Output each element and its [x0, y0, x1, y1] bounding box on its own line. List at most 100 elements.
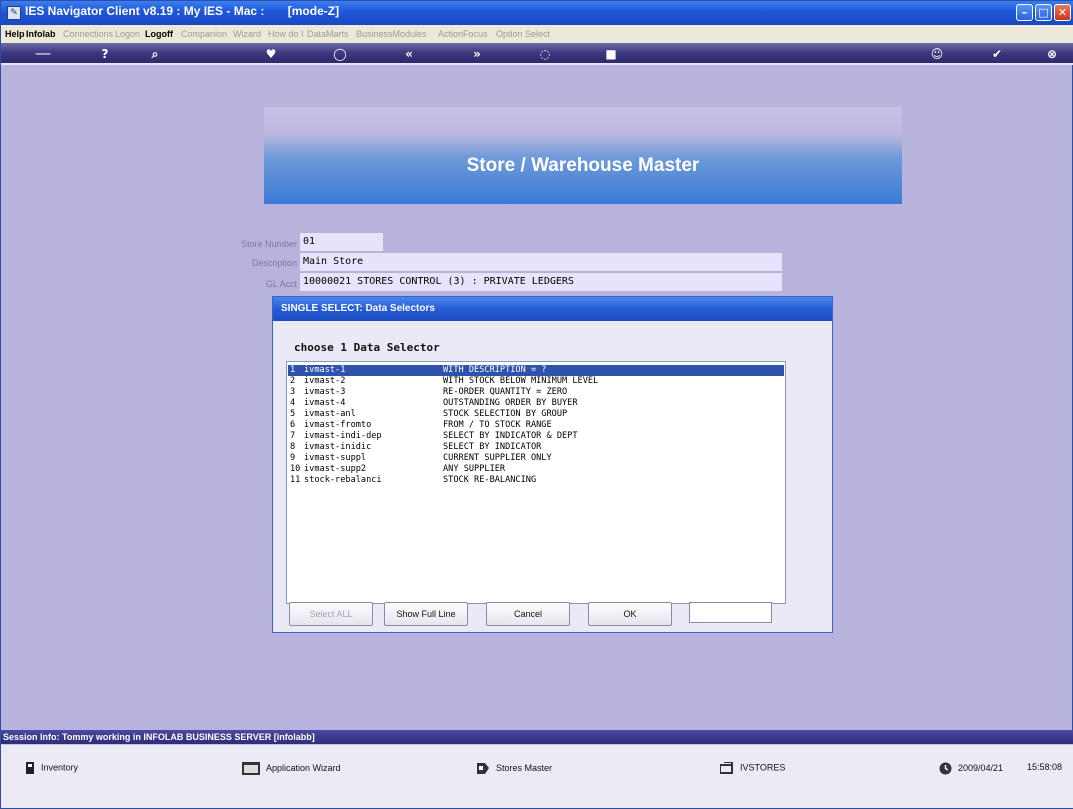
- menu-logon[interactable]: Logon: [115, 29, 140, 39]
- row-code: ivmast-supp2: [304, 464, 367, 474]
- cancel-button[interactable]: Cancel: [486, 602, 570, 626]
- forward-icon[interactable]: »: [469, 46, 485, 62]
- close-icon[interactable]: ⊗: [1044, 46, 1060, 62]
- menu-help[interactable]: Help: [5, 29, 25, 39]
- app-window: ✎ IES Navigator Client v8.19 : My IES - …: [0, 0, 1073, 809]
- status-inventory[interactable]: Inventory: [25, 762, 78, 774]
- row-number: 2: [290, 376, 296, 386]
- ivstores-icon: [720, 762, 733, 774]
- row-code: ivmast-4: [304, 398, 346, 408]
- row-number: 11: [290, 475, 301, 485]
- status-date: 2009/04/21: [939, 762, 1003, 775]
- list-item[interactable]: 2 ivmast-2 WITH STOCK BELOW MINIMUM LEVEL: [288, 376, 784, 387]
- row-code: stock-rebalanci: [304, 475, 382, 485]
- status-ivstores[interactable]: IVSTORES: [720, 762, 785, 774]
- menu-business-modules[interactable]: BusinessModules: [356, 29, 427, 39]
- menu-bar: Help Infolab Connections Logon Logoff Co…: [1, 25, 1073, 43]
- show-full-line-button[interactable]: Show Full Line: [384, 602, 468, 626]
- list-item[interactable]: 9 ivmast-suppl CURRENT SUPPLIER ONLY: [288, 453, 784, 464]
- help-icon[interactable]: ?: [97, 46, 113, 62]
- row-description: WITH DESCRIPTION = ?: [443, 365, 547, 375]
- status-ivstores-label: IVSTORES: [740, 762, 786, 773]
- status-time: 15:58:08: [1027, 762, 1063, 772]
- status-stores-master-label: Stores Master: [496, 762, 553, 773]
- list-item[interactable]: 4 ivmast-4 OUTSTANDING ORDER BY BUYER: [288, 398, 784, 409]
- smiley-icon[interactable]: ☺: [929, 46, 945, 62]
- stores-master-icon: [477, 763, 489, 774]
- description-field[interactable]: Main Store: [300, 253, 782, 271]
- status-stores-master[interactable]: Stores Master: [476, 762, 552, 775]
- list-item[interactable]: 11 stock-rebalanci STOCK RE-BALANCING: [288, 475, 784, 486]
- key-icon[interactable]: ──: [29, 46, 57, 62]
- row-description: SELECT BY INDICATOR: [443, 442, 542, 452]
- row-code: ivmast-fromto: [304, 420, 372, 430]
- status-inventory-label: Inventory: [41, 762, 79, 773]
- expand-icon[interactable]: ◌: [537, 46, 553, 62]
- header-banner: Store / Warehouse Master: [264, 107, 902, 204]
- menu-logoff[interactable]: Logoff: [145, 29, 173, 39]
- menu-infolab[interactable]: Infolab: [26, 29, 56, 39]
- menu-companion[interactable]: Companion: [181, 29, 227, 39]
- menu-action-focus[interactable]: ActionFocus: [438, 29, 488, 39]
- row-description: ANY SUPPLIER: [443, 464, 506, 474]
- row-code: ivmast-anl: [304, 409, 356, 419]
- row-description: STOCK RE-BALANCING: [443, 475, 537, 485]
- menu-wizard[interactable]: Wizard: [233, 29, 261, 39]
- row-number: 3: [290, 387, 296, 397]
- row-description: WITH STOCK BELOW MINIMUM LEVEL: [443, 376, 599, 386]
- list-item[interactable]: 7 ivmast-indi-dep SELECT BY INDICATOR & DE…: [288, 431, 784, 442]
- list-item[interactable]: 1 ivmast-1 WITH DESCRIPTION = ?: [288, 365, 784, 376]
- row-code: ivmast-inidic: [304, 442, 372, 452]
- row-code: ivmast-suppl: [304, 453, 367, 463]
- check-icon[interactable]: ✔: [989, 46, 1005, 62]
- selection-input[interactable]: [689, 602, 772, 623]
- stop-icon[interactable]: ■: [603, 46, 619, 62]
- dialog-title[interactable]: SINGLE SELECT: Data Selectors: [273, 297, 832, 321]
- search-icon[interactable]: ⌕: [146, 46, 164, 62]
- description-label: Description: [251, 258, 297, 268]
- row-number: 1: [290, 365, 296, 375]
- inventory-icon: [26, 762, 34, 774]
- minimize-button[interactable]: –: [1016, 4, 1033, 21]
- list-item[interactable]: 3 ivmast-3 RE-ORDER QUANTITY = ZERO: [288, 387, 784, 398]
- row-description: OUTSTANDING ORDER BY BUYER: [443, 398, 578, 408]
- heart-icon[interactable]: ♥: [263, 46, 279, 62]
- menu-datamarts[interactable]: DataMarts: [307, 29, 349, 39]
- menu-how-do-i[interactable]: How do I: [268, 29, 304, 39]
- maximize-button[interactable]: □: [1035, 4, 1052, 21]
- row-description: FROM / TO STOCK RANGE: [443, 420, 552, 430]
- list-item[interactable]: 8 ivmast-inidic SELECT BY INDICATOR: [288, 442, 784, 453]
- status-bar: Inventory Application Wizard Stores Mast…: [1, 744, 1073, 808]
- row-number: 9: [290, 453, 296, 463]
- rewind-icon[interactable]: «: [401, 46, 417, 62]
- session-info-bar: Session Info: Tommy working in INFOLAB B…: [1, 730, 1073, 744]
- list-item[interactable]: 10 ivmast-supp2 ANY SUPPLIER: [288, 464, 784, 475]
- row-code: ivmast-1: [304, 365, 346, 375]
- close-button[interactable]: ✕: [1054, 4, 1071, 21]
- ok-button[interactable]: OK: [588, 602, 672, 626]
- row-code: ivmast-3: [304, 387, 346, 397]
- select-all-button[interactable]: Select ALL: [289, 602, 373, 626]
- row-number: 5: [290, 409, 296, 419]
- row-code: ivmast-2: [304, 376, 346, 386]
- row-description: CURRENT SUPPLIER ONLY: [443, 453, 552, 463]
- row-number: 6: [290, 420, 296, 430]
- row-description: SELECT BY INDICATOR & DEPT: [443, 431, 578, 441]
- page-title: Store / Warehouse Master: [466, 155, 700, 176]
- list-item[interactable]: 5 ivmast-anl STOCK SELECTION BY GROUP: [288, 409, 784, 420]
- row-number: 4: [290, 398, 296, 408]
- application-wizard-icon: [242, 762, 260, 775]
- row-number: 10: [290, 464, 301, 474]
- menu-option-select[interactable]: Option Select: [496, 29, 550, 39]
- menu-connections[interactable]: Connections: [63, 29, 113, 39]
- list-item[interactable]: 6 ivmast-fromto FROM / TO STOCK RANGE: [288, 420, 784, 431]
- title-bar[interactable]: ✎ IES Navigator Client v8.19 : My IES - …: [1, 1, 1073, 25]
- status-application-wizard-label: Application Wizard: [266, 762, 341, 773]
- clock-icon[interactable]: ◯: [332, 46, 348, 62]
- store-number-field[interactable]: 01: [300, 233, 383, 251]
- row-number: 8: [290, 442, 296, 452]
- data-selector-list[interactable]: 1 ivmast-1 WITH DESCRIPTION = ? 2 ivmast-2 W…: [286, 361, 786, 604]
- status-application-wizard[interactable]: Application Wizard: [242, 762, 341, 775]
- single-select-dialog: SINGLE SELECT: Data Selectors choose 1 D…: [272, 296, 833, 633]
- gl-acct-field[interactable]: 10000021 STORES CONTROL (3) : PRIVATE LE…: [300, 273, 782, 291]
